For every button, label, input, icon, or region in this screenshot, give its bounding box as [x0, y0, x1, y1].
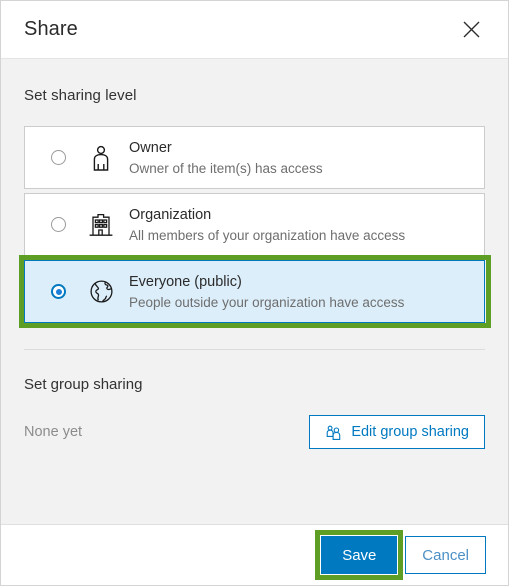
- save-button-highlight: Save: [315, 530, 404, 580]
- page-title: Share: [24, 18, 78, 40]
- sharing-option-description: Owner of the item(s) has access: [129, 160, 323, 176]
- group-sharing-heading: Set group sharing: [24, 376, 143, 393]
- dialog-header: Share: [1, 1, 508, 59]
- globe-icon: [88, 279, 114, 304]
- person-icon: [88, 145, 114, 171]
- share-dialog: Share Set sharing level Owner Owner of t…: [0, 0, 509, 586]
- sharing-option-organization[interactable]: Organization All members of your organiz…: [24, 193, 485, 256]
- sharing-option-everyone[interactable]: Everyone (public) People outside your or…: [19, 255, 491, 328]
- sharing-option-text: Owner Owner of the item(s) has access: [129, 138, 323, 178]
- sharing-option-description: All members of your organization have ac…: [129, 227, 406, 243]
- group-sharing-row: None yet Edit group sharing: [24, 415, 485, 449]
- radio-owner[interactable]: [51, 150, 66, 165]
- group-sharing-status: None yet: [24, 424, 83, 440]
- dialog-body: Set sharing level Owner Owner of the ite…: [1, 59, 508, 524]
- sharing-option-label: Owner: [129, 139, 172, 156]
- dialog-footer: Save Cancel: [1, 524, 508, 585]
- radio-everyone[interactable]: [51, 284, 66, 299]
- cancel-button[interactable]: Cancel: [405, 536, 486, 574]
- section-divider: [24, 349, 485, 350]
- close-icon[interactable]: [456, 15, 486, 45]
- sharing-level-options: Owner Owner of the item(s) has access Or…: [19, 126, 491, 328]
- sharing-option-text: Everyone (public) People outside your or…: [129, 272, 404, 312]
- sharing-option-text: Organization All members of your organiz…: [129, 205, 405, 245]
- sharing-option-description: People outside your organization have ac…: [129, 294, 405, 310]
- save-button[interactable]: Save: [321, 536, 398, 574]
- sharing-option-label: Everyone (public): [129, 273, 242, 290]
- building-icon: [88, 212, 114, 238]
- edit-group-sharing-button[interactable]: Edit group sharing: [309, 415, 485, 449]
- sharing-option-owner[interactable]: Owner Owner of the item(s) has access: [24, 126, 485, 189]
- edit-group-sharing-label: Edit group sharing: [351, 424, 469, 440]
- sharing-option-label: Organization: [129, 206, 212, 223]
- sharing-level-heading: Set sharing level: [24, 87, 137, 104]
- group-users-icon: [325, 424, 342, 441]
- radio-organization[interactable]: [51, 217, 66, 232]
